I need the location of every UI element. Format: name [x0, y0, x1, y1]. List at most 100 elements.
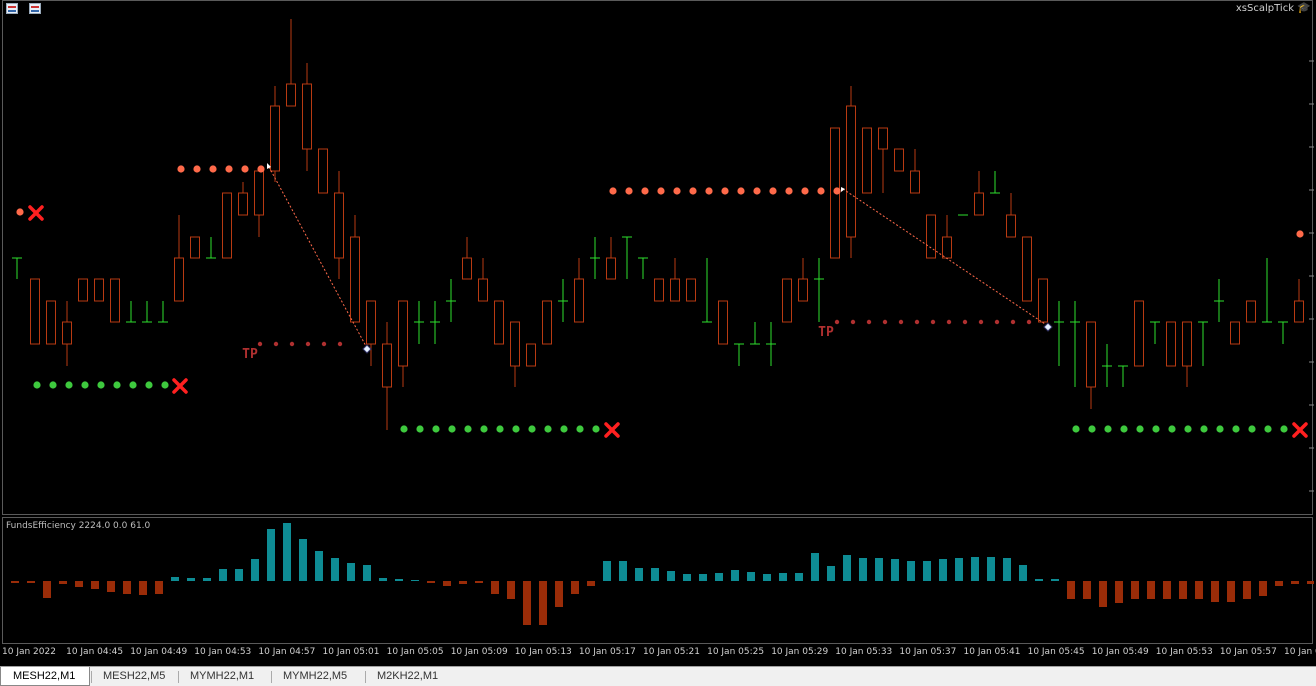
tp-level-dot: [962, 319, 968, 325]
candle-body: [1006, 214, 1016, 238]
histogram-canvas: [11, 523, 1314, 625]
candle: [766, 322, 776, 366]
close-cross-icon: [1292, 422, 1308, 438]
sell-level-dot: [241, 165, 249, 173]
save-template-icon[interactable]: [29, 3, 41, 14]
buy-level-dot: [512, 425, 520, 433]
candle-body: [238, 192, 248, 216]
candle-body: [78, 278, 88, 302]
histogram-bar: [379, 578, 387, 581]
candle: [30, 278, 40, 345]
tab-mesh22-m1[interactable]: MESH22,M1: [0, 667, 90, 686]
histogram-bar: [1259, 581, 1267, 596]
time-label: 10 Jan 05:57: [1219, 647, 1277, 657]
sell-level-dot: [689, 187, 697, 195]
candle-body: [1038, 278, 1048, 323]
candle: [174, 215, 184, 302]
tp-level-dot: [1010, 319, 1016, 325]
candle-body: [878, 127, 888, 150]
buy-level-dot: [129, 381, 137, 389]
tab-mesh22-m5[interactable]: MESH22,M5: [91, 667, 177, 686]
candle: [686, 278, 696, 302]
histogram-bar: [827, 566, 835, 581]
candle: [1246, 300, 1256, 323]
sell-level-dot: [833, 187, 841, 195]
candle-body: [926, 214, 936, 259]
histogram-bar: [1019, 565, 1027, 581]
candle: [462, 237, 472, 280]
graduation-cap-icon: 🎓: [1297, 1, 1311, 14]
candle: [446, 279, 456, 322]
candle-body: [254, 170, 264, 216]
candle-body: [1182, 321, 1192, 367]
candle-body: [222, 192, 232, 259]
histogram-bar: [1099, 581, 1107, 607]
candle: [734, 343, 744, 366]
histogram-bar: [1067, 581, 1075, 599]
candle-body: [366, 300, 376, 345]
sell-level-dot: [177, 165, 185, 173]
histogram-bar: [1243, 581, 1251, 599]
candle: [846, 86, 856, 258]
candle: [1006, 193, 1016, 238]
tab-m2kh22-m1[interactable]: M2KH22,M1: [365, 667, 455, 686]
histogram-bar: [891, 559, 899, 581]
histogram-bar: [651, 568, 659, 581]
histogram-bar: [811, 553, 819, 581]
candle-body: [526, 343, 536, 367]
tab-mymh22-m1[interactable]: MYMH22,M1: [178, 667, 270, 686]
candle: [302, 63, 312, 171]
chart-properties-icon[interactable]: [6, 3, 18, 14]
sell-level-dot: [257, 165, 265, 173]
time-label: 10 Jan 2022: [2, 647, 56, 657]
candle: [142, 301, 152, 323]
indicator-subwindow[interactable]: [2, 517, 1314, 644]
time-label: 10 Jan 05:53: [1155, 647, 1213, 657]
histogram-bar: [491, 581, 499, 594]
buy-level-dot: [145, 381, 153, 389]
buy-level-dot: [448, 425, 456, 433]
price-chart[interactable]: TP TP: [2, 0, 1314, 515]
sell-level-dot: [209, 165, 217, 173]
buy-level-dot: [1152, 425, 1160, 433]
buy-level-dot: [480, 425, 488, 433]
candle: [926, 214, 936, 259]
candle-body: [974, 192, 984, 216]
candle-body: [382, 343, 392, 388]
candle: [942, 215, 952, 259]
candle: [782, 278, 792, 323]
candle-body: [654, 278, 664, 302]
candle-body: [302, 83, 312, 150]
tp-level-dot: [978, 319, 984, 325]
histogram-bar: [59, 581, 67, 584]
tp-level-dot: [321, 341, 327, 347]
candle: [510, 321, 520, 387]
buy-level-dot: [1136, 425, 1144, 433]
time-label: 10 Jan 05:37: [899, 647, 957, 657]
time-label: 10 Jan 05:45: [1027, 647, 1085, 657]
histogram-bar: [1179, 581, 1187, 599]
histogram-bar: [619, 561, 627, 581]
candle-body: [542, 300, 552, 345]
buy-level-dot: [1120, 425, 1128, 433]
candle: [894, 148, 904, 172]
tp-level-dot: [898, 319, 904, 325]
candle: [286, 19, 296, 107]
buy-level-dot: [1232, 425, 1240, 433]
histogram-bar: [1163, 581, 1171, 599]
candle-body: [334, 192, 344, 259]
candle-body: [1134, 300, 1144, 367]
histogram-bar: [219, 569, 227, 581]
histogram-bar: [427, 581, 435, 583]
time-label: 10 Jan 05:21: [643, 647, 700, 657]
histogram-bar: [1307, 581, 1314, 584]
candle: [1086, 321, 1096, 409]
histogram-bar: [267, 529, 275, 581]
candle: [702, 258, 712, 323]
candle-body: [190, 236, 200, 259]
candle: [254, 170, 264, 237]
tab-mymh22-m5[interactable]: MYMH22,M5: [271, 667, 364, 686]
candle-body: [174, 257, 184, 302]
sell-level-dot: [609, 187, 617, 195]
candle: [1102, 344, 1112, 387]
